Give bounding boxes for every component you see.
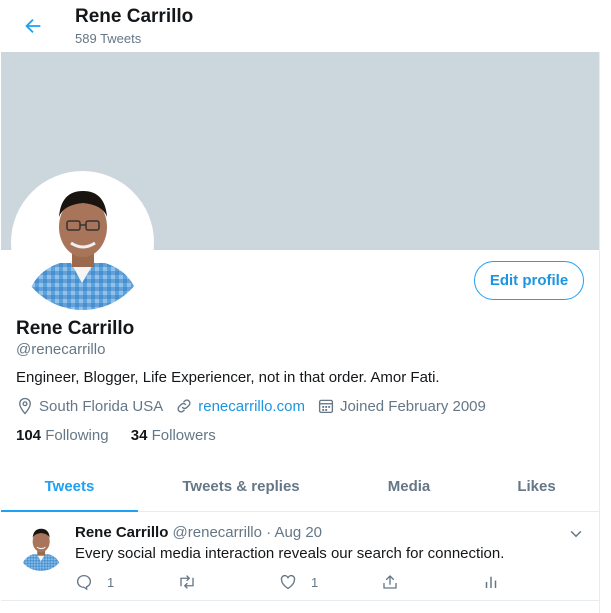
like-button[interactable]: 1 [279,573,318,591]
tweet-date[interactable]: Aug 20 [274,524,322,541]
profile-joined: Joined February 2009 [317,397,486,415]
chevron-down-icon [570,531,582,538]
back-button[interactable] [18,11,48,41]
tweet-separator: · [266,524,272,541]
following-label: Following [45,427,109,444]
profile-tabs: Tweets Tweets & replies Media Likes [1,462,599,512]
like-count: 1 [311,574,319,590]
profile-column: Rene Carrillo 589 Tweets Edit profile Re… [0,0,600,613]
reply-count: 1 [107,574,115,590]
retweet-icon [180,575,194,589]
location-pin-icon [19,397,31,415]
tweet-text: Every social media interaction reveals o… [75,545,505,562]
share-button[interactable] [381,573,413,591]
tweet-item[interactable]: Rene Carrillo @renecarrillo · Aug 20 Eve… [1,513,599,601]
edit-profile-button[interactable]: Edit profile [474,261,584,300]
header-name: Rene Carrillo [75,6,194,27]
tweet-author-handle[interactable]: @renecarrillo [173,524,262,541]
website-link[interactable]: renecarrillo.com [198,398,305,415]
tweet-actions: 1 1 [75,573,505,595]
share-icon [383,575,397,589]
header-tweet-count: 589 Tweets [75,31,142,46]
tweet-author-name[interactable]: Rene Carrillo [75,524,168,541]
tweet-header: Rene Carrillo @renecarrillo · Aug 20 [75,524,322,541]
tab-tweets[interactable]: Tweets [1,462,138,512]
tab-likes[interactable]: Likes [474,462,599,511]
profile-location: South Florida USA [16,397,163,415]
followers-label: Followers [151,427,216,444]
profile-header-bar: Rene Carrillo 589 Tweets [0,0,600,52]
followers-link[interactable]: 34 Followers [131,427,216,444]
joined-text: Joined February 2009 [339,397,486,415]
profile-bio: Engineer, Blogger, Life Experiencer, not… [16,369,440,386]
reply-button[interactable]: 1 [75,573,114,591]
scrollbar-gutter[interactable] [600,0,611,613]
profile-name: Rene Carrillo [16,318,135,339]
profile-handle: @renecarrillo [16,341,106,358]
following-link[interactable]: 104 Following [16,427,109,444]
back-arrow-icon [25,18,41,34]
follow-stats: 104 Following 34 Followers [16,427,234,444]
profile-meta: South Florida USA renecarrillo.com Joine… [16,397,498,415]
analytics-button[interactable] [483,573,513,591]
profile-website[interactable]: renecarrillo.com [175,397,305,415]
tweet-menu-button[interactable] [567,525,585,543]
link-icon [177,399,191,413]
followers-count: 34 [130,427,148,444]
analytics-icon [485,576,497,588]
calendar-icon [318,399,333,414]
following-count: 104 [16,427,42,444]
location-text: South Florida USA [39,397,164,415]
avatar-image [15,175,150,310]
tab-media[interactable]: Media [344,462,474,511]
like-icon [280,574,296,590]
profile-avatar[interactable] [11,171,154,314]
reply-icon [76,574,92,591]
retweet-button[interactable] [177,573,211,591]
tab-tweets-and-replies[interactable]: Tweets & replies [138,462,344,511]
tweet-avatar[interactable] [17,523,65,571]
